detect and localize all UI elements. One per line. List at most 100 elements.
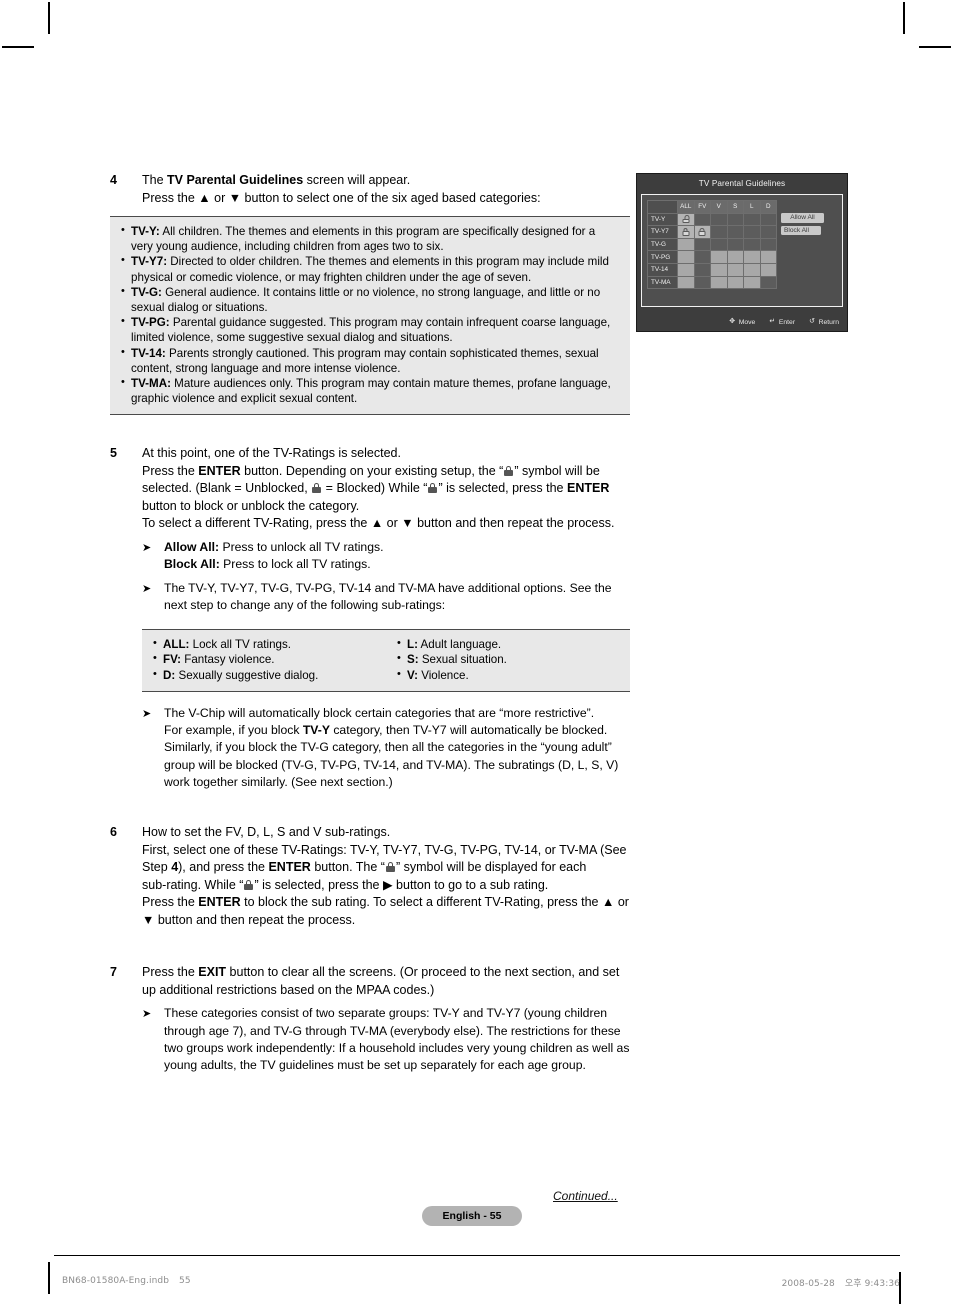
cell-tv-g-all[interactable] <box>677 237 695 252</box>
cell-tv-y7-v[interactable] <box>710 225 728 239</box>
table-row[interactable]: TV-Y <box>647 212 777 227</box>
cell-tv-g-fv[interactable] <box>693 237 711 252</box>
table-row[interactable]: TV-Y7 <box>647 225 777 239</box>
step-5: 5 At this point, one of the TV-Ratings i… <box>110 445 630 614</box>
lock-icon <box>312 483 322 494</box>
list-item: TV-Y: All children. The themes and eleme… <box>120 223 620 254</box>
step-4-line-1: The TV Parental Guidelines screen will a… <box>142 172 630 190</box>
column-header-fv[interactable]: FV <box>693 200 711 214</box>
subrating-term: L: <box>407 638 418 652</box>
footer-tick-mark <box>899 1272 900 1289</box>
cell-tv-pg-l[interactable] <box>743 250 761 264</box>
text-fragment: The <box>142 173 168 187</box>
cell-tv-pg-v[interactable] <box>710 250 728 264</box>
subrating-desc: Sexually suggestive dialog. <box>175 668 319 682</box>
table-row[interactable]: TV-PG <box>647 250 777 264</box>
cell-tv-pg-all[interactable] <box>677 250 695 264</box>
cell-tv-14-s[interactable] <box>726 262 744 277</box>
step-7-line-1: Press the EXIT button to clear all the s… <box>142 964 630 999</box>
arrow-bullet-icon: ➤ <box>142 582 152 595</box>
cell-tv-y7-l[interactable] <box>743 225 761 239</box>
cell-tv-14-l[interactable] <box>743 262 761 277</box>
cell-tv-y-l[interactable] <box>743 212 761 227</box>
allow-all-desc: Press to unlock all TV ratings. <box>219 539 384 554</box>
cell-tv-g-s[interactable] <box>726 237 744 252</box>
list-item: TV-MA: Mature audiences only. This progr… <box>120 375 620 406</box>
text-fragment-bold: ENTER <box>198 895 241 910</box>
cell-tv-ma-d[interactable] <box>759 275 777 290</box>
text-fragment: button to block or unblock the category. <box>142 498 360 513</box>
column-header-all[interactable]: ALL <box>677 200 695 214</box>
note-text: Allow All: Press to unlock all TV rating… <box>164 539 630 574</box>
cell-tv-y-all[interactable] <box>677 212 695 227</box>
step-5-line-3: To select a different TV-Rating, press t… <box>142 516 615 531</box>
row-label-tv-g[interactable]: TV-G <box>647 237 678 252</box>
cell-tv-y7-s[interactable] <box>726 225 744 239</box>
cell-tv-14-v[interactable] <box>710 262 728 277</box>
cell-tv-pg-d[interactable] <box>759 250 777 264</box>
cell-tv-y-s[interactable] <box>726 212 744 227</box>
table-row[interactable]: TV-G <box>647 237 777 252</box>
rating-desc: Parents strongly cautioned. This program… <box>131 346 599 375</box>
text-fragment-bold: TV Parental Guidelines <box>167 173 304 187</box>
table-row[interactable]: TV-14 <box>647 262 777 277</box>
rating-desc: All children. The themes and elements in… <box>131 225 596 254</box>
list-item: FV: Fantasy violence. <box>152 651 386 667</box>
row-label-tv-14[interactable]: TV-14 <box>647 262 678 277</box>
cell-tv-y7-fv[interactable] <box>693 225 711 239</box>
column-header-d[interactable]: D <box>759 200 777 214</box>
step-5-body: At this point, one of the TV-Ratings is … <box>142 445 630 614</box>
tv-ratings-definition-box: TV-Y: All children. The themes and eleme… <box>110 216 630 416</box>
cell-tv-ma-all[interactable] <box>677 275 695 290</box>
cell-tv-g-d[interactable] <box>759 237 777 252</box>
cell-tv-y-d[interactable] <box>759 212 777 227</box>
cell-tv-y7-d[interactable] <box>759 225 777 239</box>
cell-tv-14-fv[interactable] <box>693 262 711 277</box>
cell-tv-ma-fv[interactable] <box>693 275 711 290</box>
column-header-s[interactable]: S <box>726 200 744 214</box>
text-fragment: screen will appear. <box>303 173 411 187</box>
list-item: TV-Y7: Directed to older children. The t… <box>120 253 620 284</box>
print-date: 2008-05-28 <box>781 1279 835 1289</box>
cell-tv-14-all[interactable] <box>677 262 695 277</box>
row-label-tv-pg[interactable]: TV-PG <box>647 250 678 264</box>
text-fragment: ), and press the <box>178 860 269 875</box>
row-label-tv-ma[interactable]: TV-MA <box>647 275 678 290</box>
tv-ratings-grid[interactable]: ALL FV V S L D TV-Y TV-Y7 TV-G TV-PG TV-… <box>647 200 777 290</box>
table-header-row: ALL FV V S L D <box>647 200 777 214</box>
list-item: TV-14: Parents strongly cautioned. This … <box>120 345 620 376</box>
allow-all-button[interactable]: Allow All <box>781 213 824 223</box>
hint-return: ↺ Return <box>808 318 839 326</box>
allow-all-term: Allow All: <box>164 539 220 554</box>
cell-tv-ma-l[interactable] <box>743 275 761 290</box>
cell-tv-g-v[interactable] <box>710 237 728 252</box>
text-fragment-bold: ENTER <box>198 463 241 478</box>
block-all-button[interactable]: Block All <box>781 225 821 235</box>
osd-side-buttons: Allow All Block All <box>781 200 824 289</box>
cell-tv-pg-s[interactable] <box>726 250 744 264</box>
step-4-body: The TV Parental Guidelines screen will a… <box>142 172 630 207</box>
cell-tv-y-v[interactable] <box>710 212 728 227</box>
row-label-tv-y7[interactable]: TV-Y7 <box>647 225 678 239</box>
cell-tv-y7-all[interactable] <box>677 225 695 239</box>
step-7-body: Press the EXIT button to clear all the s… <box>142 964 630 1074</box>
crop-mark-bottom-left-vertical <box>48 1262 50 1294</box>
column-header-l[interactable]: L <box>743 200 761 214</box>
cell-tv-ma-s[interactable] <box>726 275 744 290</box>
cell-tv-y-fv[interactable] <box>693 212 711 227</box>
subrating-desc: Fantasy violence. <box>181 653 275 667</box>
table-row[interactable]: TV-MA <box>647 275 777 290</box>
osd-title: TV Parental Guidelines <box>698 179 786 188</box>
hint-enter-label: Enter <box>778 318 796 326</box>
step-6-line-3: sub-rating. While “ ” is selected, press … <box>142 877 630 895</box>
text-fragment: Press the <box>142 895 199 910</box>
cell-tv-pg-fv[interactable] <box>693 250 711 264</box>
step-6-line-4: Press the ENTER to block the sub rating.… <box>142 894 630 929</box>
print-file-info: BN68-01580A-Eng.indb 55 <box>62 1276 191 1286</box>
cell-tv-g-l[interactable] <box>743 237 761 252</box>
cell-tv-14-d[interactable] <box>759 262 777 277</box>
tv-osd-screenshot: TV Parental Guidelines ALL FV V S L D TV… <box>636 173 848 332</box>
row-label-tv-y[interactable]: TV-Y <box>647 212 678 227</box>
cell-tv-ma-v[interactable] <box>710 275 728 290</box>
column-header-v[interactable]: V <box>710 200 728 214</box>
